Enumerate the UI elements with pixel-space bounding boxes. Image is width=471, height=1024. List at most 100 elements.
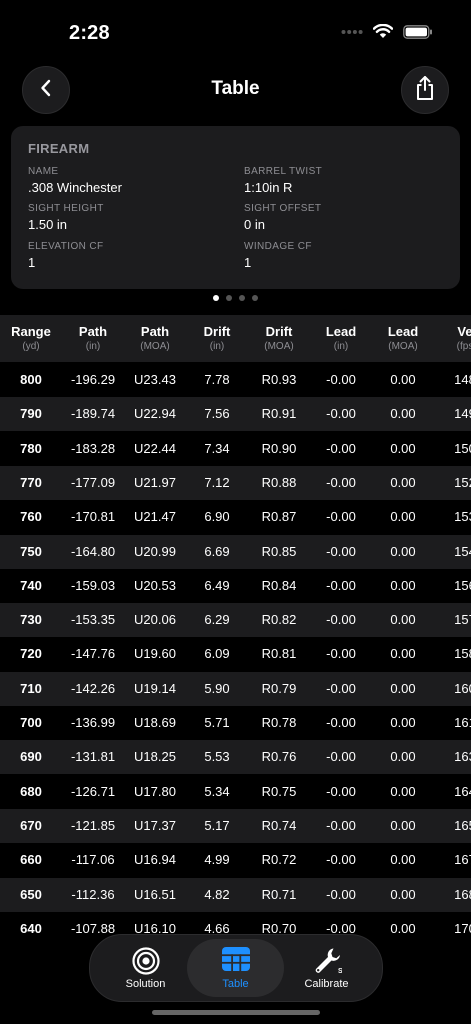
column-header: Lead (in) [310, 324, 372, 352]
table-row[interactable]: 740 -159.03 U20.53 6.49 R0.84 -0.00 0.00 156 [0, 569, 471, 603]
svg-text:S: S [338, 968, 342, 975]
column-unit: (in) [85, 341, 101, 352]
table-cell: 690 [20, 749, 42, 765]
table-cell: 650 [20, 886, 42, 902]
page-dot[interactable] [239, 295, 245, 301]
column-name: Path [78, 324, 108, 339]
table-cell: U16.94 [134, 852, 176, 868]
table-cell: 152 [454, 474, 471, 490]
table-cell: R0.72 [261, 852, 297, 868]
field-value: 1 [28, 255, 36, 270]
table-row[interactable]: 710 -142.26 U19.14 5.90 R0.79 -0.00 0.00 160 [0, 671, 471, 706]
table-cell: 800 [20, 372, 42, 387]
table-row[interactable]: 790 -189.74 U22.94 7.56 R0.91 -0.00 0.00 149 [0, 397, 471, 432]
table-cell: 0.00 [390, 680, 416, 696]
table-cell: 6.90 [204, 509, 230, 525]
table-cell: 170 [454, 920, 471, 935]
table-cell: -147.76 [70, 646, 116, 662]
table-header: Range (yd) Path (in) Path (MOA) Drift (in) Drift… [0, 315, 471, 362]
field-value: 1:10in R [244, 180, 293, 195]
table-row[interactable]: 750 -164.80 U20.99 6.69 R0.85 -0.00 0.00 154 [0, 534, 471, 569]
table-cell: -0.00 [326, 646, 356, 662]
table-cell: R0.70 [261, 920, 297, 935]
column-unit: (yd) [22, 341, 40, 352]
table-row[interactable]: 720 -147.76 U19.60 6.09 R0.81 -0.00 0.00 158 [0, 637, 471, 671]
ballistics-table[interactable]: Range (yd) Path (in) Path (MOA) Drift (in) Drift… [0, 315, 471, 935]
table-cell: U21.97 [134, 474, 176, 490]
table-cell: 640 [20, 920, 42, 935]
table-cell: 0.00 [390, 817, 416, 833]
table-cell: 0.00 [390, 852, 416, 868]
table-row[interactable]: 780 -183.28 U22.44 7.34 R0.90 -0.00 0.00 150 [0, 432, 471, 466]
table-cell: -196.29 [70, 372, 116, 387]
table-cell: -170.81 [70, 509, 116, 525]
column-unit: (in) [209, 341, 225, 352]
table-row[interactable]: 640 -107.88 U16.10 4.66 R0.70 -0.00 0.00 170 [0, 912, 471, 935]
firearm-card[interactable]: FIREARM NAME .308 Winchester BARREL TWIS… [11, 126, 460, 289]
column-name: Path [140, 324, 170, 339]
table-cell: 6.69 [204, 543, 230, 559]
field-value: 0 in [244, 217, 265, 232]
table-cell: 0.00 [390, 612, 416, 628]
table-cell: -0.00 [326, 920, 356, 935]
column-name: Lead [387, 324, 419, 339]
table-cell: 730 [20, 612, 42, 628]
column-name: Range [11, 324, 51, 339]
table-cell: U16.51 [134, 886, 176, 902]
table-cell: -0.00 [326, 749, 356, 765]
table-cell: -107.88 [70, 920, 116, 935]
page-dot[interactable] [213, 295, 219, 301]
table-cell: -0.00 [326, 543, 356, 559]
table-row[interactable]: 650 -112.36 U16.51 4.82 R0.71 -0.00 0.00 168 [0, 877, 471, 912]
page-dot[interactable] [226, 295, 232, 301]
table-cell: R0.71 [261, 886, 297, 902]
field-value: .308 Winchester [28, 180, 122, 195]
table-cell: U22.44 [134, 440, 176, 456]
column-unit: (MOA) [264, 341, 294, 352]
table-cell: R0.78 [261, 715, 297, 730]
table-cell: -159.03 [70, 577, 116, 593]
tab-label: Table [222, 978, 249, 990]
table-cell: 160 [454, 680, 471, 696]
wrench-icon: S [278, 946, 375, 976]
field-value: 1.50 in [28, 217, 68, 232]
table-cell: 164 [454, 783, 471, 799]
table-cell: 720 [20, 646, 42, 662]
field-windage-cf: WINDAGE CF 1 [244, 241, 312, 270]
page-dot[interactable] [252, 295, 258, 301]
table-row[interactable]: 680 -126.71 U17.80 5.34 R0.75 -0.00 0.00 164 [0, 775, 471, 809]
table-cell: R0.82 [261, 612, 297, 628]
column-header: Path (MOA) [124, 324, 186, 352]
tab-table[interactable]: Table [187, 939, 284, 997]
column-header: Ve (fps [434, 324, 471, 352]
table-row[interactable]: 700 -136.99 U18.69 5.71 R0.78 -0.00 0.00 161 [0, 706, 471, 740]
tab-calibrate[interactable]: S Calibrate [278, 939, 375, 997]
page-indicator[interactable] [0, 295, 471, 301]
table-cell: U20.53 [134, 577, 176, 593]
table-row[interactable]: 660 -117.06 U16.94 4.99 R0.72 -0.00 0.00 167 [0, 843, 471, 877]
table-row[interactable]: 800 -196.29 U23.43 7.78 R0.93 -0.00 0.00 148 [0, 363, 471, 397]
column-unit: (MOA) [140, 341, 170, 352]
table-cell: R0.93 [261, 372, 297, 387]
table-cell: 0.00 [390, 577, 416, 593]
table-row[interactable]: 770 -177.09 U21.97 7.12 R0.88 -0.00 0.00 152 [0, 465, 471, 500]
table-cell: 158 [454, 646, 471, 662]
table-cell: 6.09 [204, 646, 230, 662]
table-row[interactable]: 730 -153.35 U20.06 6.29 R0.82 -0.00 0.00 157 [0, 603, 471, 638]
tab-solution[interactable]: Solution [97, 939, 194, 997]
tab-label: Calibrate [304, 978, 349, 990]
table-cell: 168 [454, 886, 471, 902]
status-icons [341, 24, 433, 39]
table-cell: -0.00 [326, 612, 356, 628]
table-cell: -0.00 [326, 852, 356, 868]
share-button[interactable] [401, 66, 449, 114]
field-elevation-cf: ELEVATION CF 1 [28, 241, 104, 270]
table-row[interactable]: 690 -131.81 U18.25 5.53 R0.76 -0.00 0.00 163 [0, 740, 471, 775]
table-cell: -153.35 [70, 612, 116, 628]
table-cell: 7.34 [204, 440, 230, 456]
column-unit: (fps [456, 341, 471, 352]
table-cell: U23.43 [134, 372, 176, 387]
table-row[interactable]: 670 -121.85 U17.37 5.17 R0.74 -0.00 0.00 165 [0, 808, 471, 843]
table-row[interactable]: 760 -170.81 U21.47 6.90 R0.87 -0.00 0.00 153 [0, 500, 471, 534]
field-label: WINDAGE CF [244, 241, 312, 252]
